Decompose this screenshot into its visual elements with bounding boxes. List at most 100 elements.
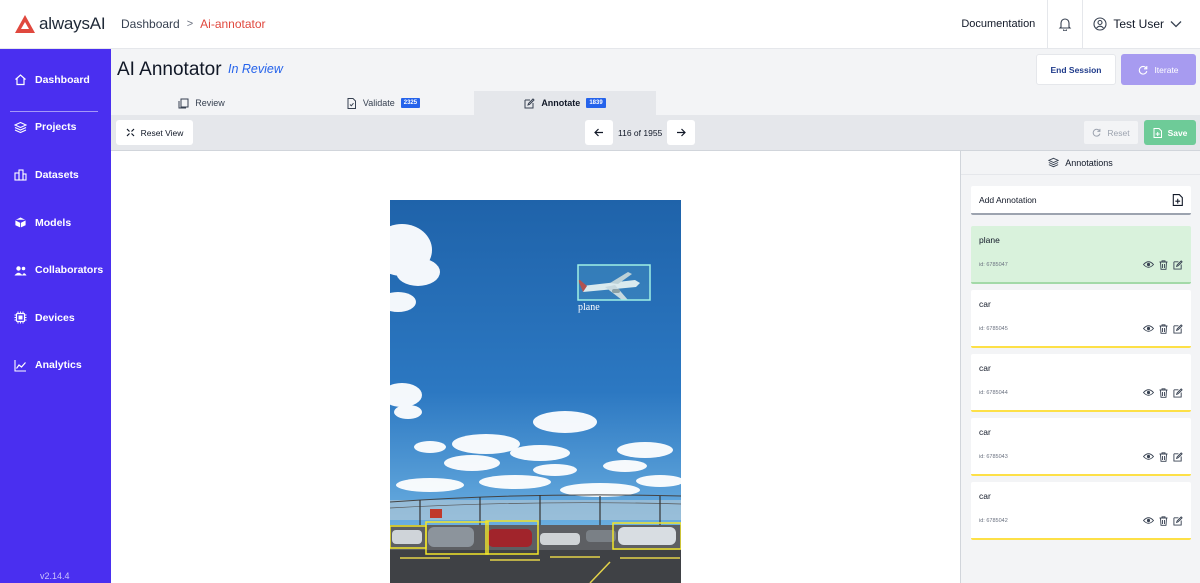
annotation-card[interactable]: car id: 6785042 xyxy=(971,482,1191,540)
edit-icon xyxy=(524,97,536,108)
annotation-image[interactable]: plane xyxy=(390,200,681,583)
end-session-button[interactable]: End Session xyxy=(1036,54,1116,85)
next-button[interactable] xyxy=(667,120,696,145)
sidebar-divider xyxy=(10,111,98,112)
annotation-card[interactable]: car id: 6785045 xyxy=(971,290,1191,348)
tab-validate[interactable]: Validate 2325 xyxy=(292,91,474,115)
sidebar-item-label: Datasets xyxy=(35,168,79,181)
reset-view-button[interactable]: Reset View xyxy=(116,120,193,145)
sidebar-item-collaborators[interactable]: Collaborators xyxy=(0,246,111,294)
breadcrumb-current[interactable]: Ai-annotator xyxy=(200,17,265,31)
prev-button[interactable] xyxy=(585,120,613,145)
trash-icon[interactable] xyxy=(1159,324,1168,334)
iterate-label: Iterate xyxy=(1154,64,1179,75)
iterate-button[interactable]: Iterate xyxy=(1121,54,1196,85)
logo-text: alwaysAI xyxy=(39,14,106,33)
arrow-right-icon xyxy=(677,128,687,137)
copy-icon xyxy=(178,98,189,108)
eye-icon[interactable] xyxy=(1143,452,1154,461)
version-label: v2.14.4 xyxy=(40,571,70,581)
page-title: AI Annotator xyxy=(117,59,222,80)
status-label: In Review xyxy=(228,62,283,76)
logo[interactable]: alwaysAI xyxy=(0,14,111,34)
file-plus-icon xyxy=(1153,127,1162,138)
page-header: AI Annotator In Review End Session Itera… xyxy=(111,49,1200,91)
tab-annotate[interactable]: Annotate 1839 xyxy=(474,91,656,115)
user-menu[interactable]: Test User xyxy=(1083,17,1200,31)
annotation-label: car xyxy=(979,299,991,309)
refresh-icon xyxy=(1139,65,1148,75)
add-annotation-button[interactable]: Add Annotation xyxy=(971,186,1191,215)
sidebar-item-analytics[interactable]: Analytics xyxy=(0,342,111,390)
edit-icon[interactable] xyxy=(1173,324,1183,334)
trash-icon[interactable] xyxy=(1159,452,1168,462)
annotation-label: car xyxy=(979,427,991,437)
bbox-plane[interactable] xyxy=(577,264,651,301)
chart-line-icon xyxy=(14,359,26,372)
sidebar-item-label: Collaborators xyxy=(35,264,104,277)
shrink-icon xyxy=(126,128,135,137)
pager: 116 of 1955 xyxy=(585,120,696,145)
edit-icon[interactable] xyxy=(1173,516,1183,526)
sidebar-item-datasets[interactable]: Datasets xyxy=(0,151,111,199)
sidebar-item-label: Models xyxy=(35,216,72,229)
sidebar-item-label: Projects xyxy=(35,121,77,134)
datasets-icon xyxy=(14,169,27,182)
file-check-icon xyxy=(347,97,356,109)
annotation-id: id: 6785042 xyxy=(979,518,1008,524)
tab-review[interactable]: Review xyxy=(111,91,292,115)
refresh-icon xyxy=(1093,128,1101,137)
tab-badge: 2325 xyxy=(400,98,421,108)
annotation-card[interactable]: plane id: 6785047 xyxy=(971,226,1191,284)
user-circle-icon xyxy=(1093,17,1107,31)
eye-icon[interactable] xyxy=(1143,260,1154,269)
trash-icon[interactable] xyxy=(1159,260,1168,270)
eye-icon[interactable] xyxy=(1143,388,1154,397)
annotation-label: plane xyxy=(979,235,1000,245)
breadcrumb: Dashboard > Ai-annotator xyxy=(121,17,266,31)
annotation-label: car xyxy=(979,363,991,373)
sidebar-item-label: Analytics xyxy=(35,359,82,372)
annotation-id: id: 6785044 xyxy=(979,390,1008,396)
layers-icon xyxy=(1048,157,1060,168)
main-area: AI Annotator In Review End Session Itera… xyxy=(111,49,1200,583)
tabs: Review Validate 2325 Annotate 1839 xyxy=(111,91,1200,115)
alwaysai-logo-icon xyxy=(15,15,35,33)
annotate-toolbar: Reset View 116 of 1955 Reset Save xyxy=(111,115,1200,151)
edit-icon[interactable] xyxy=(1173,388,1183,398)
sidebar-item-devices[interactable]: Devices xyxy=(0,294,111,342)
users-icon xyxy=(14,265,27,276)
sidebar-item-models[interactable]: Models xyxy=(0,199,111,247)
annotations-panel: Annotations Add Annotation plane id: 678… xyxy=(960,151,1200,583)
bell-icon xyxy=(1058,18,1072,31)
annotation-id: id: 6785047 xyxy=(979,262,1008,268)
trash-icon[interactable] xyxy=(1159,516,1168,526)
annotation-card[interactable]: car id: 6785043 xyxy=(971,418,1191,476)
documentation-link[interactable]: Documentation xyxy=(961,18,1047,30)
annotation-id: id: 6785043 xyxy=(979,454,1008,460)
annotation-card[interactable]: car id: 6785044 xyxy=(971,354,1191,412)
top-bar: alwaysAI Dashboard > Ai-annotator Docume… xyxy=(0,0,1200,49)
save-button[interactable]: Save xyxy=(1144,120,1196,145)
reset-button[interactable]: Reset xyxy=(1083,120,1139,145)
sidebar-item-dashboard[interactable]: Dashboard xyxy=(0,56,111,104)
breadcrumb-dashboard[interactable]: Dashboard xyxy=(121,17,180,31)
trash-icon[interactable] xyxy=(1159,388,1168,398)
eye-icon[interactable] xyxy=(1143,516,1154,525)
add-annotation-label: Add Annotation xyxy=(979,194,1037,205)
file-plus-icon xyxy=(1172,193,1183,206)
annotation-canvas[interactable]: plane xyxy=(111,151,960,583)
notifications-button[interactable] xyxy=(1048,0,1082,49)
reset-view-label: Reset View xyxy=(140,127,184,138)
edit-icon[interactable] xyxy=(1173,452,1183,462)
eye-icon[interactable] xyxy=(1143,324,1154,333)
sidebar-item-label: Dashboard xyxy=(35,73,90,86)
annotation-id: id: 6785045 xyxy=(979,326,1008,332)
arrow-left-icon xyxy=(594,128,603,137)
edit-icon[interactable] xyxy=(1173,260,1183,270)
tab-badge: 1839 xyxy=(586,98,606,108)
annotation-label: car xyxy=(979,491,991,501)
breadcrumb-separator: > xyxy=(186,18,194,30)
save-label: Save xyxy=(1167,127,1188,138)
chip-icon xyxy=(14,311,27,324)
